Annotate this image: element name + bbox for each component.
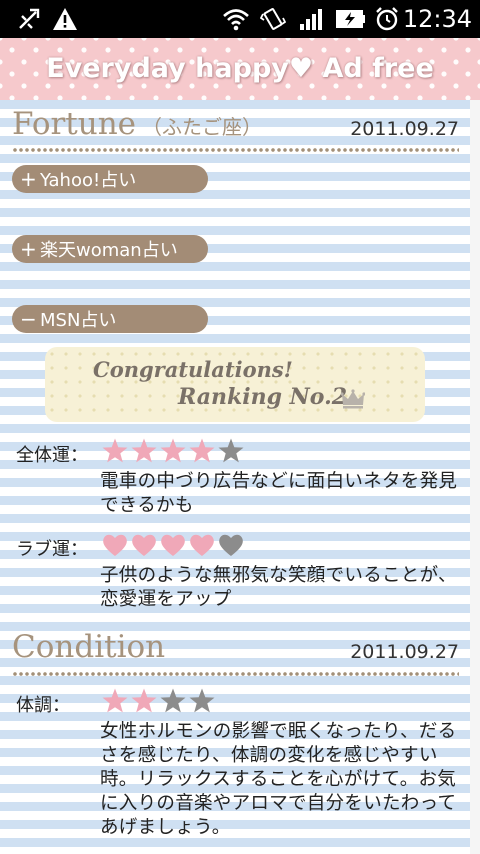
heart-icon: [219, 534, 243, 556]
ranking-text: Ranking No.2: [178, 384, 348, 410]
health-label: 体調：: [16, 695, 70, 716]
condition-title: Condition: [12, 629, 166, 665]
overall-luck-text: 電車の中づり広告などに面白いネタを発見できるかも: [100, 471, 458, 516]
star-icon: [131, 438, 157, 463]
congrats-text: Congratulations!: [93, 357, 293, 382]
heart-icon: [103, 534, 127, 556]
source-label: Yahoo!占い: [40, 170, 137, 191]
love-luck-text: 子供のような無邪気な笑顔でいることが、恋愛運をアップ: [100, 565, 457, 610]
health-rating: [101, 687, 216, 715]
status-bar: 12:34: [0, 0, 480, 38]
alarm-icon: [374, 5, 400, 33]
star-icon: [102, 688, 128, 713]
star-icon: [218, 438, 244, 463]
source-yahoo-button[interactable]: + Yahoo!占い: [12, 165, 208, 193]
source-label: 楽天woman占い: [40, 240, 178, 261]
fortune-date: 2011.09.27: [350, 118, 459, 140]
zodiac-sign: （ふたご座）: [142, 115, 263, 139]
app-header: Everyday happy♥ Ad free: [0, 38, 480, 101]
expand-icon: +: [20, 237, 37, 261]
heart-icon: [161, 534, 185, 556]
love-luck-label: ラブ運：: [16, 539, 88, 560]
condition-section-header: Condition 2011.09.27: [12, 627, 459, 667]
overall-luck-label: 全体運：: [16, 445, 88, 466]
usb-debug-icon: [16, 5, 42, 33]
source-rakuten-button[interactable]: + 楽天woman占い: [12, 235, 208, 263]
overall-luck-rating: [101, 437, 245, 465]
signal-icon: [298, 5, 324, 33]
heart-icon: [132, 534, 156, 556]
vibrate-icon: [260, 5, 286, 33]
wifi-icon: [222, 5, 250, 33]
section-title: Fortune （ふたご座）: [12, 106, 262, 142]
love-luck-rating: [101, 531, 245, 559]
star-icon: [160, 688, 186, 713]
star-icon: [102, 438, 128, 463]
divider: [12, 672, 459, 676]
fortune-content[interactable]: Fortune （ふたご座） 2011.09.27 + Yahoo!占い + 楽天…: [0, 100, 470, 854]
heart-icon: [190, 534, 214, 556]
source-msn-button[interactable]: − MSN占い: [12, 305, 208, 333]
divider: [12, 148, 459, 152]
battery-charging-icon: [336, 5, 366, 33]
star-icon: [189, 688, 215, 713]
star-icon: [189, 438, 215, 463]
collapse-icon: −: [20, 307, 37, 331]
expand-icon: +: [20, 167, 37, 191]
warning-icon: [52, 5, 78, 33]
scrollbar[interactable]: [470, 100, 480, 854]
app-title: Everyday happy♥ Ad free: [46, 53, 434, 84]
health-text: 女性ホルモンの影響で眠くなったり、だるさを感じたり、体調の変化を感じやすい時。リ…: [100, 721, 457, 838]
fortune-section-header: Fortune （ふたご座） 2011.09.27: [12, 104, 459, 144]
crown-icon: [340, 389, 366, 413]
star-icon: [131, 688, 157, 713]
fortune-title: Fortune: [12, 106, 137, 142]
condition-date: 2011.09.27: [350, 641, 459, 663]
source-label: MSN占い: [40, 310, 117, 331]
ranking-banner: Congratulations! Ranking No.2: [45, 347, 425, 422]
clock-time: 12:34: [402, 5, 472, 33]
star-icon: [160, 438, 186, 463]
